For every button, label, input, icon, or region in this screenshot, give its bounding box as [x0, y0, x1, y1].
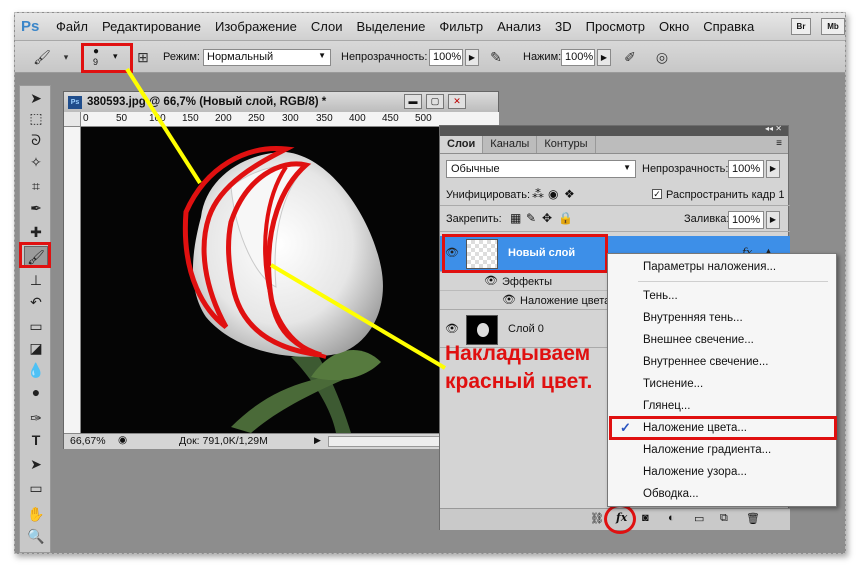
pointer-line-brush [125, 67, 202, 185]
pointer-line-caption [269, 263, 447, 370]
annotation-arrows [125, 67, 447, 370]
photoshop-window: Ps Файл Редактирование Изображение Слои … [14, 12, 846, 554]
